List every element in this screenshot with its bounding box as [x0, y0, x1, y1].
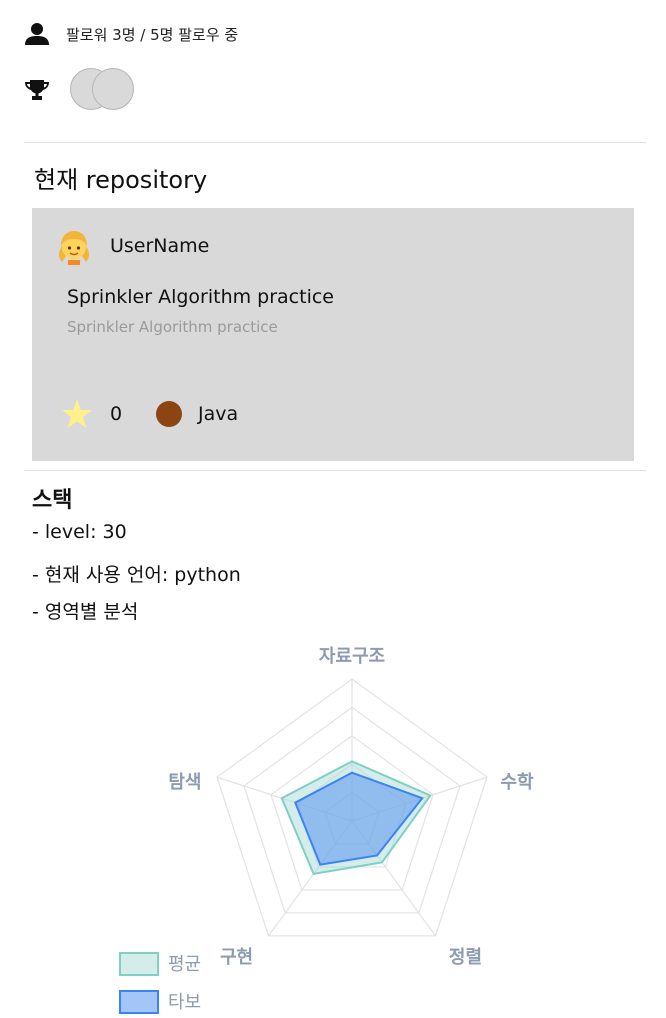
repo-language: Java — [198, 403, 239, 425]
repo-owner[interactable]: UserName — [54, 226, 209, 266]
radar-axis-label: 정렬 — [449, 946, 482, 968]
radar-axis-label: 수학 — [500, 771, 534, 793]
star-count: 0 — [110, 403, 123, 425]
badges-row — [24, 66, 148, 114]
divider — [24, 470, 646, 471]
girl-avatar-icon — [59, 231, 89, 265]
badge-group — [68, 66, 148, 114]
trophy-icon — [25, 80, 49, 100]
legend-label: 평균 — [168, 954, 201, 975]
legend-swatch — [119, 990, 159, 1014]
radar-axis-label: 구현 — [220, 947, 253, 968]
repo-title[interactable]: Sprinkler Algorithm practice — [67, 286, 334, 308]
repo-description: Sprinkler Algorithm practice — [67, 318, 278, 336]
repo-username[interactable]: UserName — [110, 235, 209, 257]
current-repo-title: 현재 repository — [34, 166, 208, 194]
follow-summary: 팔로워 3명 / 5명 팔로우 중 — [24, 18, 238, 50]
star-icon — [62, 399, 92, 428]
divider — [24, 142, 646, 143]
badge[interactable] — [92, 68, 134, 110]
radar-axis-label: 탐색 — [168, 772, 201, 793]
skill-radar-chart: 자료구조수학정렬 구현 탐색평균타보 — [119, 646, 534, 1014]
language-color-dot — [156, 401, 182, 427]
follow-text: 팔로워 3명 / 5명 팔로우 중 — [66, 25, 239, 44]
legend-label: 타보 — [168, 992, 201, 1013]
stack-level: - level: 30 — [32, 521, 127, 543]
repo-meta: 0 Java — [60, 396, 238, 432]
radar-axis-label: 자료구조 — [319, 646, 385, 667]
stack-title: 스택 — [32, 488, 73, 513]
legend-swatch — [119, 952, 159, 976]
stack-language: - 현재 사용 언어: python — [32, 564, 241, 586]
user-icon — [25, 23, 49, 45]
stack-analysis: - 영역별 분석 — [32, 601, 139, 623]
